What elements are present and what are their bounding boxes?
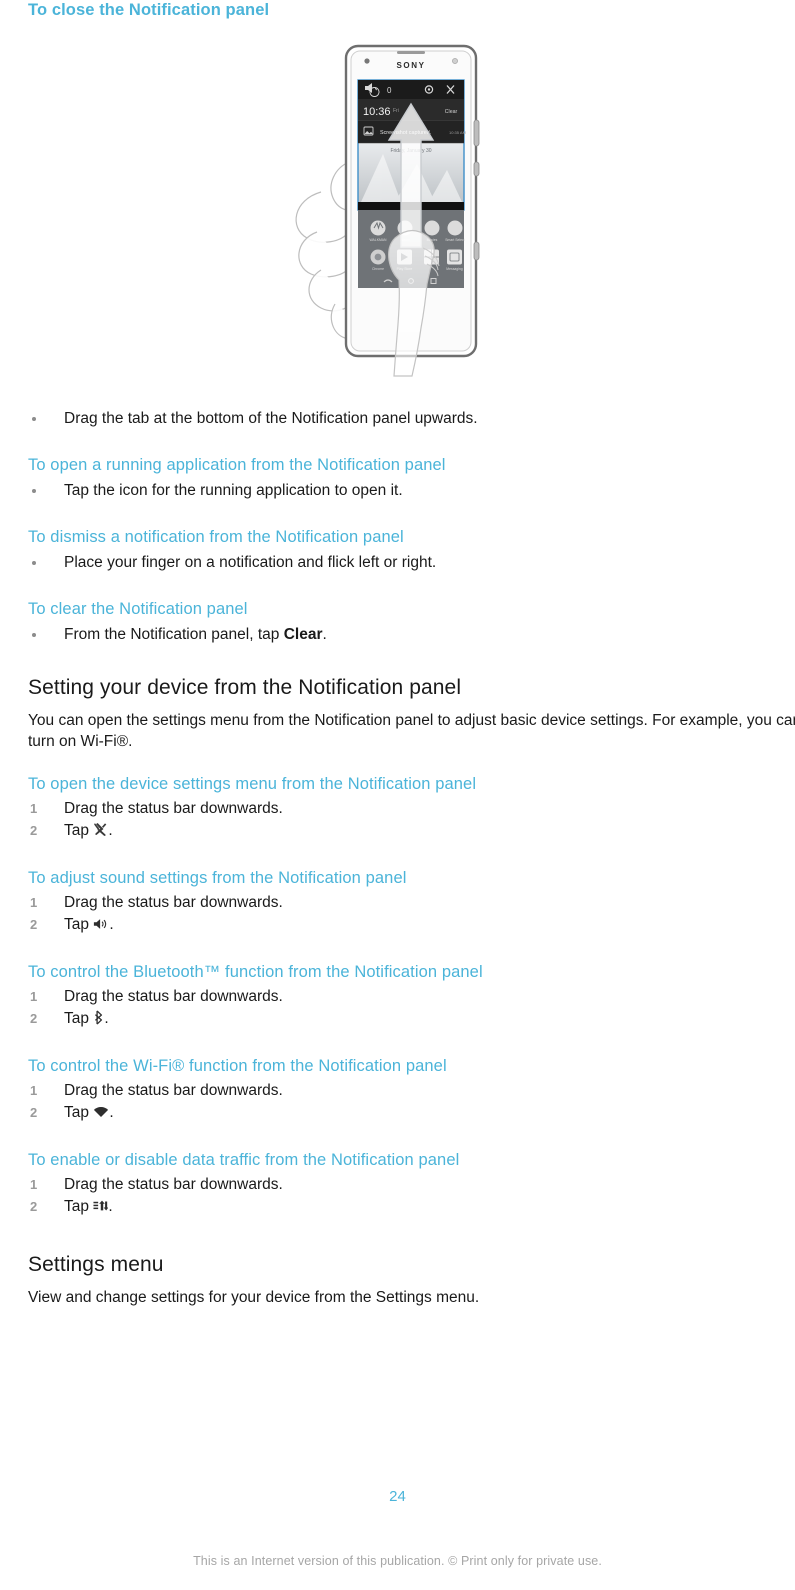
step-item: Tap .	[28, 820, 767, 842]
step-prefix: Tap	[64, 916, 89, 933]
heading-control-wifi: To control the Wi-Fi® function from the …	[28, 1057, 447, 1075]
heading-close-notification-panel: To close the Notification panel	[28, 1, 270, 19]
heading-enable-disable-data-traffic: To enable or disable data traffic from t…	[28, 1151, 460, 1169]
step-item: Tap .	[28, 1102, 767, 1124]
list-item: Drag the tab at the bottom of the Notifi…	[28, 408, 767, 429]
tools-wrench-icon	[93, 822, 108, 837]
heading-open-running-application: To open a running application from the N…	[28, 456, 446, 474]
step-prefix: Tap	[64, 822, 89, 839]
bullet-list-close-panel: Drag the tab at the bottom of the Notifi…	[28, 408, 767, 429]
steps-adjust-sound-settings: Drag the status bar downwards. Tap .	[28, 892, 767, 936]
step-prefix: Tap	[64, 1198, 89, 1215]
step-item: Drag the status bar downwards.	[30, 1174, 283, 1196]
step-suffix: .	[104, 1010, 109, 1027]
settings-menu-description: View and change settings for your device…	[28, 1289, 480, 1306]
steps-enable-disable-data-traffic: Drag the status bar downwards. Tap .	[28, 1174, 767, 1218]
section-title-setting-your-device: Setting your device from the Notificatio…	[28, 676, 462, 699]
svg-text:SONY: SONY	[396, 61, 425, 70]
svg-text:Smart Select: Smart Select	[445, 238, 464, 242]
data-traffic-icon	[93, 1199, 109, 1213]
step-item: Tap .	[28, 1196, 767, 1218]
svg-text:10:36: 10:36	[363, 106, 391, 118]
step-prefix: Tap	[64, 1010, 89, 1027]
bluetooth-icon	[93, 1010, 104, 1025]
clear-button-name: Clear	[283, 626, 323, 643]
list-item-text: From the Notification panel, tap	[64, 626, 284, 643]
speaker-volume-icon	[93, 917, 109, 931]
step-item: Drag the status bar downwards.	[30, 892, 283, 914]
bullet-list-open-running-app: Tap the icon for the running application…	[28, 480, 767, 501]
heading-control-bluetooth: To control the Bluetooth™ function from …	[28, 963, 483, 981]
phone-notification-panel-swipe-up: SONY 0 10:36 Fri Clear Scree	[295, 44, 479, 377]
list-item-punctuation: .	[322, 626, 327, 643]
page-number: 24	[389, 1488, 406, 1505]
step-item: Drag the status bar downwards.	[30, 1080, 283, 1102]
manual-page: To close the Notification panel SONY 0 1…	[0, 0, 795, 1590]
step-suffix: .	[108, 1198, 113, 1215]
heading-dismiss-notification: To dismiss a notification from the Notif…	[28, 528, 404, 546]
step-item: Drag the status bar downwards.	[30, 986, 283, 1008]
step-item: Drag the status bar downwards.	[30, 798, 283, 820]
heading-adjust-sound-settings: To adjust sound settings from the Notifi…	[28, 869, 407, 887]
section-title-settings-menu: Settings menu	[28, 1253, 164, 1276]
steps-control-wifi: Drag the status bar downwards. Tap .	[28, 1080, 767, 1124]
steps-open-device-settings-menu: Drag the status bar downwards. Tap .	[28, 798, 767, 842]
list-item: Place your finger on a notification and …	[28, 552, 767, 573]
svg-text:10:35 AM: 10:35 AM	[449, 130, 466, 135]
bullet-list-dismiss-notification: Place your finger on a notification and …	[28, 552, 767, 573]
step-suffix: .	[108, 822, 113, 839]
list-item: Tap the icon for the running application…	[28, 480, 767, 501]
step-item: Tap .	[28, 1008, 767, 1030]
wifi-icon	[93, 1106, 109, 1119]
step-suffix: .	[109, 1104, 114, 1121]
svg-text:Clear: Clear	[444, 109, 457, 115]
svg-text:Fri: Fri	[393, 108, 399, 114]
step-suffix: .	[109, 916, 114, 933]
step-prefix: Tap	[64, 1104, 89, 1121]
illustration-container: SONY 0 10:36 Fri Clear Scree	[28, 42, 767, 402]
footer-note: This is an Internet version of this publ…	[193, 1554, 602, 1568]
step-item: Tap .	[28, 914, 767, 936]
list-item: From the Notification panel, tap Clear.	[28, 624, 767, 645]
section-intro-text: You can open the settings menu from the …	[28, 712, 795, 750]
svg-text:0: 0	[387, 86, 392, 95]
heading-open-device-settings-menu: To open the device settings menu from th…	[28, 775, 477, 793]
steps-control-bluetooth: Drag the status bar downwards. Tap .	[28, 986, 767, 1030]
bullet-list-clear-panel: From the Notification panel, tap Clear.	[28, 624, 767, 645]
svg-text:Chrome: Chrome	[371, 267, 383, 271]
heading-clear-notification-panel: To clear the Notification panel	[28, 600, 248, 618]
svg-text:Messaging: Messaging	[446, 267, 463, 271]
svg-text:WALKMAN: WALKMAN	[369, 238, 387, 242]
